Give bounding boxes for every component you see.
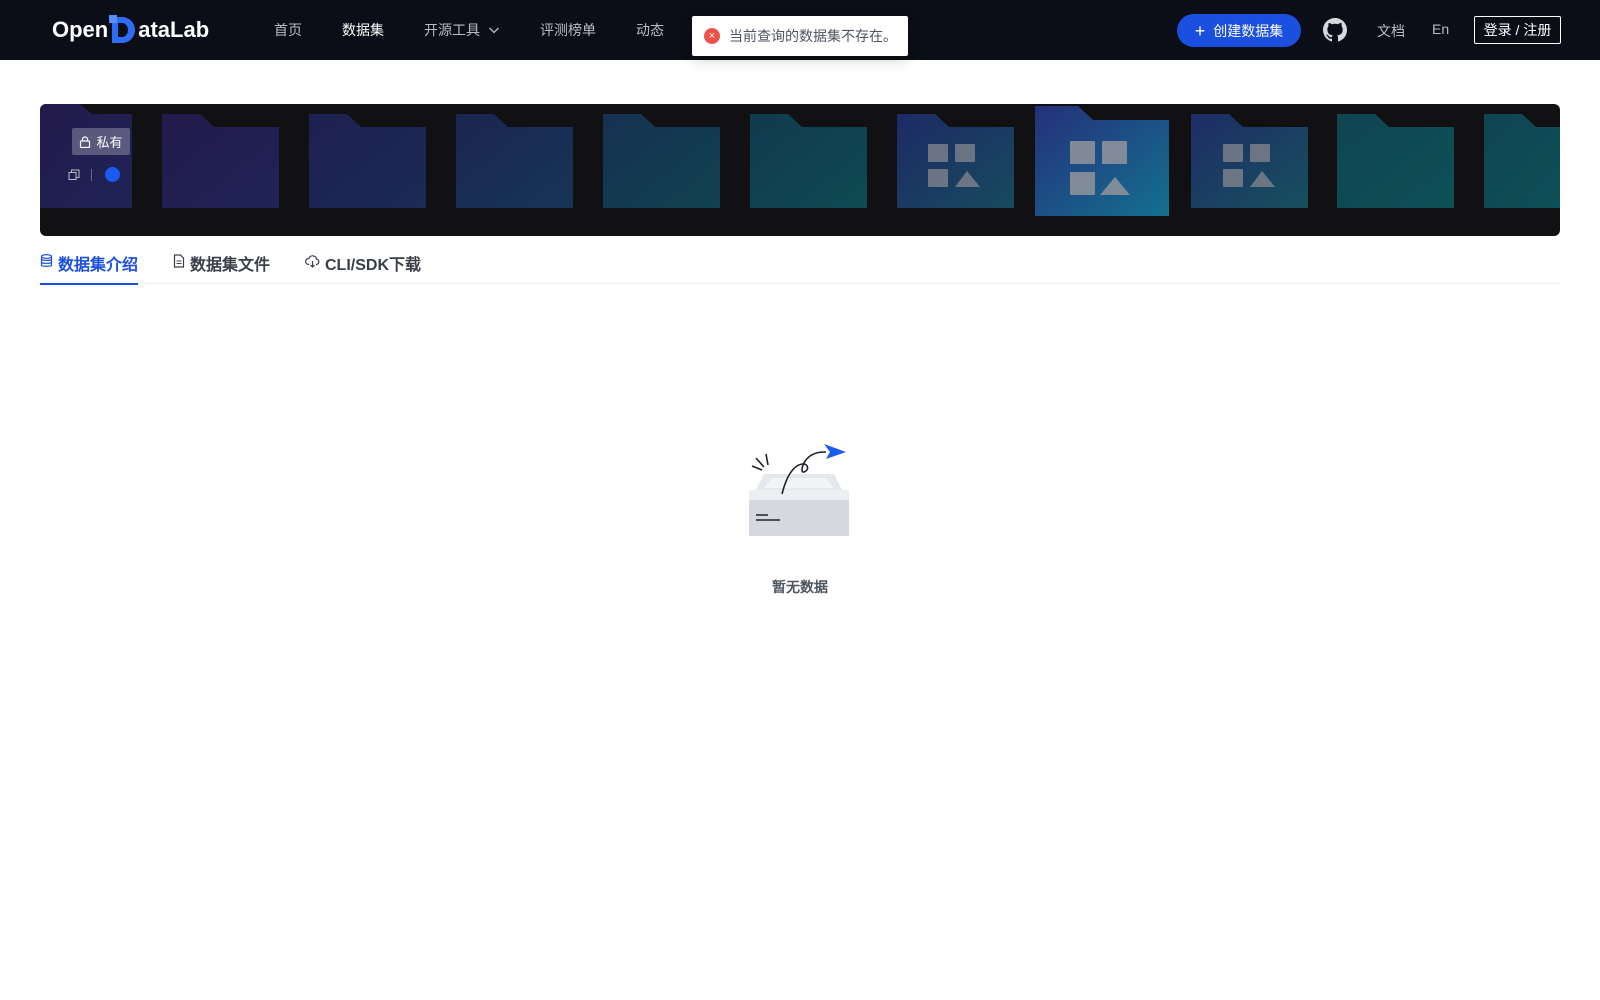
private-badge-label: 私有: [96, 135, 123, 150]
login-register-button[interactable]: 登录 / 注册: [1474, 16, 1561, 44]
cloud-download-icon: [305, 255, 320, 268]
opendatalab-logo[interactable]: Open ataLab: [52, 14, 209, 46]
tab-dataset-files[interactable]: 数据集文件: [173, 250, 270, 284]
tab-dataset-intro[interactable]: 数据集介绍: [40, 250, 139, 285]
tab-dataset-intro-label: 数据集介绍: [58, 257, 139, 274]
dataset-tabs: 数据集介绍 数据集文件 CLI/SDK下载: [40, 250, 1560, 285]
logo-suffix: ataLab: [138, 17, 210, 42]
toast-message: 当前查询的数据集不存在。: [729, 28, 897, 44]
divider: [91, 168, 92, 181]
github-icon[interactable]: [1323, 18, 1347, 42]
plus-icon: +: [1194, 20, 1206, 41]
nav-news-label: 动态: [636, 22, 664, 38]
tab-dataset-files-label: 数据集文件: [190, 257, 271, 274]
lock-icon: [80, 135, 91, 148]
nav-open-tools-label: 开源工具: [424, 22, 480, 38]
docs-link[interactable]: 文档: [1377, 21, 1405, 41]
file-icon: [173, 254, 185, 268]
nav-datasets-label: 数据集: [342, 22, 384, 38]
nav-open-tools[interactable]: 开源工具: [424, 20, 500, 40]
close-circle-icon: ×: [704, 28, 720, 44]
nav-leaderboard[interactable]: 评测榜单: [540, 20, 596, 40]
chevron-down-icon: [489, 27, 499, 34]
main-nav: 首页 数据集 开源工具 评测榜单 动态: [274, 0, 704, 60]
folder-strip-graphic: [40, 104, 1560, 216]
banner-mini-controls: [68, 167, 120, 182]
nav-datasets[interactable]: 数据集: [342, 20, 384, 40]
tab-cli-sdk-download[interactable]: CLI/SDK下载: [305, 250, 421, 284]
create-dataset-button[interactable]: + 创建数据集: [1177, 14, 1301, 47]
copy-icon[interactable]: [68, 169, 80, 181]
logo-d-icon: [109, 15, 136, 43]
database-icon: [40, 254, 53, 267]
nav-leaderboard-label: 评测榜单: [540, 22, 596, 38]
nav-news[interactable]: 动态: [636, 20, 664, 40]
error-toast: × 当前查询的数据集不存在。: [692, 16, 908, 56]
dataset-banner: [40, 104, 1560, 236]
language-switch[interactable]: En: [1432, 21, 1449, 37]
private-badge: 私有: [72, 128, 130, 155]
nav-home[interactable]: 首页: [274, 20, 302, 40]
empty-state-text: 暂无数据: [772, 579, 828, 595]
status-dot: [105, 167, 120, 182]
logo-prefix: Open: [52, 17, 109, 42]
tab-cli-sdk-download-label: CLI/SDK下载: [325, 257, 422, 274]
empty-box-icon: [749, 444, 849, 536]
create-dataset-label: 创建数据集: [1213, 22, 1284, 39]
nav-home-label: 首页: [274, 22, 302, 38]
